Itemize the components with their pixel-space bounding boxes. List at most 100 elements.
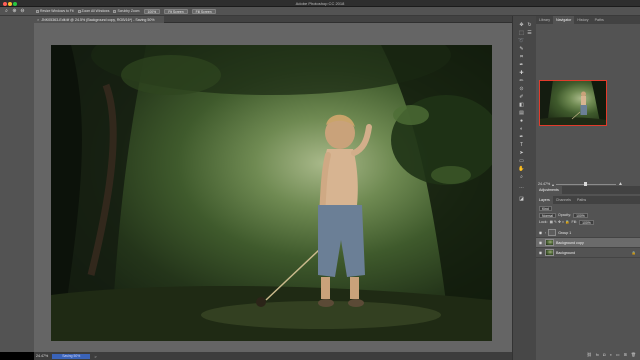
lock-row: Lock: ▦ ✎ ✥ ⌗ 🔒 Fill: 100% (539, 219, 594, 225)
layers-panel: Kind Normal Opacity: 100% Lock: ▦ ✎ ✥ ⌗ … (536, 204, 640, 360)
path-select-icon[interactable]: ➤ (518, 150, 525, 157)
app-title: Adobe Photoshop CC 2018 (295, 1, 345, 6)
layer-name[interactable]: Background copy (556, 241, 584, 245)
history-brush-tool-icon[interactable]: ✐ (518, 94, 525, 101)
blend-row: Normal Opacity: 100% (539, 212, 588, 218)
tab-navigator[interactable]: Navigator (553, 16, 575, 24)
checkbox-label: Scrubby Zoom (117, 9, 140, 13)
pen-tool-icon[interactable]: ✒ (518, 134, 525, 141)
layers-tabs: Layers Channels Paths (536, 196, 640, 204)
canvas-area[interactable] (34, 23, 512, 352)
move-tool-icon[interactable]: ✥ (518, 22, 525, 29)
lasso-tool-icon[interactable]: ➰ (518, 38, 525, 45)
opacity-input[interactable]: 100% (573, 212, 588, 218)
history-brush-icon[interactable]: ↻ (526, 22, 533, 29)
status-zoom[interactable]: 24.47% (36, 354, 48, 358)
layer-row-background[interactable]: ◉ Background 🔒 (536, 248, 640, 258)
zoom-tool-icon[interactable]: ⌕ (4, 9, 9, 14)
checkbox-box[interactable] (36, 9, 39, 13)
tab-library[interactable]: Library (536, 16, 553, 24)
tools-panel: ✥ ↻ ⬚ ☰ ➰ ✎ ⌗ ✒ ✚ ✏ ⊙ ✐ ◧ ▤ ● ◐ ✒ T ➤ ▭ … (512, 16, 536, 360)
properties-icon[interactable]: ☰ (526, 30, 533, 37)
tab-channels[interactable]: Channels (553, 196, 574, 204)
lock-icon: 🔒 (631, 250, 636, 255)
fill-screen-button[interactable]: Fill Screen (191, 8, 216, 14)
quick-select-icon[interactable]: ✎ (518, 46, 525, 53)
add-mask-icon[interactable]: ◘ (603, 352, 605, 358)
crop-tool-icon[interactable]: ⌗ (518, 54, 525, 61)
more-tools-icon[interactable]: … (518, 184, 525, 191)
shape-tool-icon[interactable]: ▭ (518, 158, 525, 165)
new-group-icon[interactable]: ▭ (616, 352, 620, 358)
opacity-label: Opacity: (557, 213, 572, 217)
resize-windows-checkbox[interactable]: Resize Windows to Fit (36, 9, 74, 13)
zoom-in-icon[interactable]: ⊕ (12, 9, 17, 14)
eye-icon[interactable]: ◉ (538, 240, 543, 245)
left-workspace (0, 16, 34, 352)
checkbox-label: Resize Windows to Fit (40, 9, 74, 13)
fill-label: Fill: (571, 220, 578, 224)
zoom-out-icon[interactable]: ⊖ (20, 9, 25, 14)
type-tool-icon[interactable]: T (518, 142, 525, 149)
tab-history[interactable]: History (574, 16, 591, 24)
layer-name[interactable]: Group 1 (558, 231, 571, 235)
options-bar: ⌕ ⊕ ⊖ Resize Windows to Fit Zoom All Win… (0, 7, 640, 16)
navigator-zoom-slider[interactable] (556, 182, 617, 186)
tab-layers[interactable]: Layers (536, 196, 553, 204)
scrubby-zoom-checkbox[interactable]: Scrubby Zoom (113, 9, 140, 13)
fill-input[interactable]: 100% (579, 219, 594, 225)
eye-icon[interactable]: ◉ (538, 250, 543, 255)
gradient-tool-icon[interactable]: ▤ (518, 110, 525, 117)
navigator-view-box[interactable] (539, 80, 607, 126)
layer-thumbnail (545, 249, 554, 256)
blur-tool-icon[interactable]: ● (518, 118, 525, 125)
layer-style-icon[interactable]: fx (596, 352, 599, 358)
clone-stamp-icon[interactable]: ⊙ (518, 86, 525, 93)
checkbox-box[interactable] (113, 9, 117, 13)
status-saving-progress: Saving 50% (52, 353, 91, 359)
layer-filter-row: Kind (539, 205, 552, 211)
tab-adjustments[interactable]: Adjustments (536, 186, 562, 194)
delete-layer-icon[interactable]: 🗑 (631, 352, 636, 358)
brush-tool-icon[interactable]: ✏ (518, 78, 525, 85)
zoom-100-button[interactable]: 100% (143, 8, 161, 14)
eraser-tool-icon[interactable]: ◧ (518, 102, 525, 109)
healing-brush-icon[interactable]: ✚ (518, 70, 525, 77)
title-bar: Adobe Photoshop CC 2018 (0, 0, 640, 7)
eyedropper-icon[interactable]: ✒ (518, 62, 525, 69)
layer-filter-select[interactable]: Kind (539, 205, 552, 211)
layer-row-group[interactable]: ◉ › Group 1 (536, 228, 640, 238)
dodge-tool-icon[interactable]: ◐ (518, 126, 525, 133)
right-panels: Library Navigator History Paths 24.47% ▴… (536, 16, 640, 360)
eye-icon[interactable]: ◉ (538, 230, 543, 235)
new-layer-icon[interactable]: ⊞ (624, 352, 627, 358)
disclosure-arrow-icon[interactable]: › (545, 231, 546, 235)
tab-paths[interactable]: Paths (574, 196, 589, 204)
fit-screen-button[interactable]: Fit Screen (164, 8, 188, 14)
layer-name[interactable]: Background (556, 251, 575, 255)
tab-paths-top[interactable]: Paths (592, 16, 607, 24)
lock-label: Lock: (539, 220, 548, 224)
navigator-tabs: Library Navigator History Paths (536, 16, 640, 24)
blend-mode-select[interactable]: Normal (539, 212, 556, 218)
document-tab[interactable]: × JNK05363-Edit.tif @ 24.5% (Background … (34, 16, 164, 23)
navigator-panel (536, 24, 640, 190)
photo-canvas[interactable] (51, 45, 492, 341)
close-tab-icon[interactable]: × (37, 17, 39, 22)
marquee-tool-icon[interactable]: ⬚ (518, 30, 525, 37)
status-menu-arrow-icon[interactable]: > (94, 354, 96, 359)
lock-options-icon[interactable]: ▦ ✎ ✥ ⌗ 🔒 (550, 220, 570, 224)
checkbox-box[interactable] (77, 9, 81, 13)
checkbox-label: Zoom All Windows (81, 9, 110, 13)
zoom-all-windows-checkbox[interactable]: Zoom All Windows (77, 9, 110, 13)
layers-footer: ⛓ fx ◘ ◑ ▭ ⊞ 🗑 (536, 352, 640, 358)
adjustment-layer-icon[interactable]: ◑ (609, 352, 611, 358)
layer-row-background-copy[interactable]: ◉ Background copy (536, 238, 640, 248)
layer-thumbnail (545, 239, 554, 246)
forest-photo (51, 45, 492, 341)
zoom-tool-side-icon[interactable]: ⌕ (518, 174, 525, 181)
hand-tool-icon[interactable]: ✋ (518, 166, 525, 173)
link-layers-icon[interactable]: ⛓ (587, 352, 592, 358)
folder-icon (548, 229, 557, 236)
color-swatches-icon[interactable]: ◪ (518, 196, 525, 203)
